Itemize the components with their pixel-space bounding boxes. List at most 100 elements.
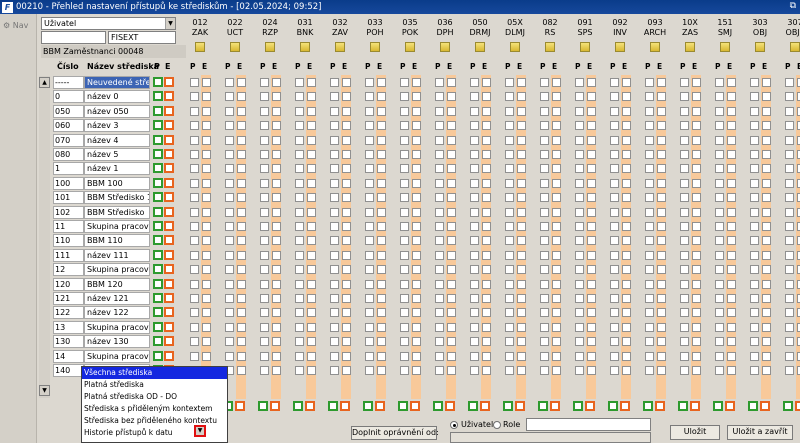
permission-p-checkbox[interactable]: [785, 280, 794, 289]
permission-e-checkbox[interactable]: [517, 92, 526, 101]
permission-e-checkbox[interactable]: [762, 251, 771, 260]
row-name[interactable]: BBM Středisko: [84, 206, 150, 219]
permission-e-checkbox[interactable]: [622, 92, 631, 101]
permission-e-checkbox[interactable]: [762, 164, 771, 173]
permission-e-checkbox[interactable]: [552, 136, 561, 145]
row-all-p-toggle[interactable]: [153, 293, 163, 303]
permission-p-checkbox[interactable]: [400, 265, 409, 274]
permission-p-checkbox[interactable]: [295, 222, 304, 231]
permission-p-checkbox[interactable]: [540, 78, 549, 87]
permission-e-checkbox[interactable]: [517, 337, 526, 346]
permission-e-checkbox[interactable]: [552, 222, 561, 231]
permission-e-checkbox[interactable]: [762, 294, 771, 303]
permission-p-checkbox[interactable]: [750, 150, 759, 159]
permission-p-checkbox[interactable]: [715, 337, 724, 346]
permission-e-checkbox[interactable]: [657, 352, 666, 361]
row-number[interactable]: 130: [53, 335, 84, 348]
permission-p-checkbox[interactable]: [575, 164, 584, 173]
permission-e-checkbox[interactable]: [447, 121, 456, 130]
permission-p-checkbox[interactable]: [680, 164, 689, 173]
row-name[interactable]: název 050: [84, 105, 150, 118]
permission-e-checkbox[interactable]: [342, 337, 351, 346]
permission-e-checkbox[interactable]: [482, 121, 491, 130]
permission-e-checkbox[interactable]: [517, 236, 526, 245]
row-number[interactable]: 140: [53, 364, 84, 377]
permission-p-checkbox[interactable]: [190, 164, 199, 173]
permission-p-checkbox[interactable]: [540, 236, 549, 245]
permission-p-checkbox[interactable]: [785, 236, 794, 245]
permission-e-checkbox[interactable]: [587, 193, 596, 202]
permission-p-checkbox[interactable]: [330, 236, 339, 245]
permission-e-checkbox[interactable]: [237, 193, 246, 202]
permission-p-checkbox[interactable]: [610, 164, 619, 173]
permission-p-checkbox[interactable]: [400, 352, 409, 361]
permission-p-checkbox[interactable]: [575, 222, 584, 231]
permission-e-checkbox[interactable]: [622, 136, 631, 145]
dropdown-item[interactable]: Platná střediska OD - DO: [82, 391, 227, 403]
permission-e-checkbox[interactable]: [377, 164, 386, 173]
permission-p-checkbox[interactable]: [435, 265, 444, 274]
dropdown-item[interactable]: Střediska s přiděleným kontextem: [82, 403, 227, 415]
permission-e-checkbox[interactable]: [727, 308, 736, 317]
permission-p-checkbox[interactable]: [715, 323, 724, 332]
permission-p-checkbox[interactable]: [610, 265, 619, 274]
row-number[interactable]: 060: [53, 119, 84, 132]
permission-e-checkbox[interactable]: [517, 323, 526, 332]
permission-p-checkbox[interactable]: [610, 236, 619, 245]
permission-e-checkbox[interactable]: [552, 323, 561, 332]
row-all-p-toggle[interactable]: [153, 77, 163, 87]
permission-e-checkbox[interactable]: [342, 308, 351, 317]
row-number[interactable]: 101: [53, 191, 84, 204]
permission-e-checkbox[interactable]: [272, 193, 281, 202]
permission-p-checkbox[interactable]: [680, 236, 689, 245]
navigation-panel[interactable]: ⚙ Nav: [0, 14, 37, 443]
permission-p-checkbox[interactable]: [365, 337, 374, 346]
permission-p-checkbox[interactable]: [785, 164, 794, 173]
permission-p-checkbox[interactable]: [715, 236, 724, 245]
permission-p-checkbox[interactable]: [295, 251, 304, 260]
permission-e-checkbox[interactable]: [307, 78, 316, 87]
permission-e-checkbox[interactable]: [202, 236, 211, 245]
permission-e-checkbox[interactable]: [237, 280, 246, 289]
permission-p-checkbox[interactable]: [225, 107, 234, 116]
permission-p-checkbox[interactable]: [470, 352, 479, 361]
column-toggle-icon[interactable]: [475, 42, 485, 52]
permission-p-checkbox[interactable]: [330, 280, 339, 289]
row-name[interactable]: Skupina pracovišť: [84, 321, 150, 334]
permission-e-checkbox[interactable]: [727, 78, 736, 87]
row-all-p-toggle[interactable]: [153, 135, 163, 145]
permission-e-checkbox[interactable]: [377, 366, 386, 375]
permission-p-checkbox[interactable]: [505, 179, 514, 188]
permission-e-checkbox[interactable]: [692, 236, 701, 245]
permission-p-checkbox[interactable]: [435, 236, 444, 245]
permission-p-checkbox[interactable]: [365, 150, 374, 159]
permission-e-checkbox[interactable]: [412, 208, 421, 217]
permission-p-checkbox[interactable]: [400, 208, 409, 217]
permission-e-checkbox[interactable]: [727, 179, 736, 188]
permission-p-checkbox[interactable]: [505, 323, 514, 332]
permission-e-checkbox[interactable]: [517, 222, 526, 231]
permission-e-checkbox[interactable]: [482, 107, 491, 116]
permission-e-checkbox[interactable]: [342, 294, 351, 303]
permission-e-checkbox[interactable]: [552, 280, 561, 289]
permission-e-checkbox[interactable]: [377, 236, 386, 245]
permission-p-checkbox[interactable]: [330, 78, 339, 87]
permission-p-checkbox[interactable]: [470, 366, 479, 375]
permission-p-checkbox[interactable]: [715, 164, 724, 173]
permission-e-checkbox[interactable]: [692, 294, 701, 303]
column-toggle-icon[interactable]: [755, 42, 765, 52]
permission-e-checkbox[interactable]: [377, 193, 386, 202]
permission-p-checkbox[interactable]: [645, 164, 654, 173]
permission-e-checkbox[interactable]: [307, 208, 316, 217]
permission-e-checkbox[interactable]: [587, 251, 596, 260]
permission-e-checkbox[interactable]: [307, 222, 316, 231]
row-all-e-toggle[interactable]: [164, 149, 174, 159]
permission-p-checkbox[interactable]: [680, 150, 689, 159]
permission-e-checkbox[interactable]: [307, 236, 316, 245]
permission-p-checkbox[interactable]: [365, 236, 374, 245]
permission-p-checkbox[interactable]: [645, 265, 654, 274]
vertical-scrollbar[interactable]: [39, 76, 50, 398]
permission-p-checkbox[interactable]: [785, 323, 794, 332]
permission-e-checkbox[interactable]: [307, 164, 316, 173]
permission-p-checkbox[interactable]: [260, 222, 269, 231]
